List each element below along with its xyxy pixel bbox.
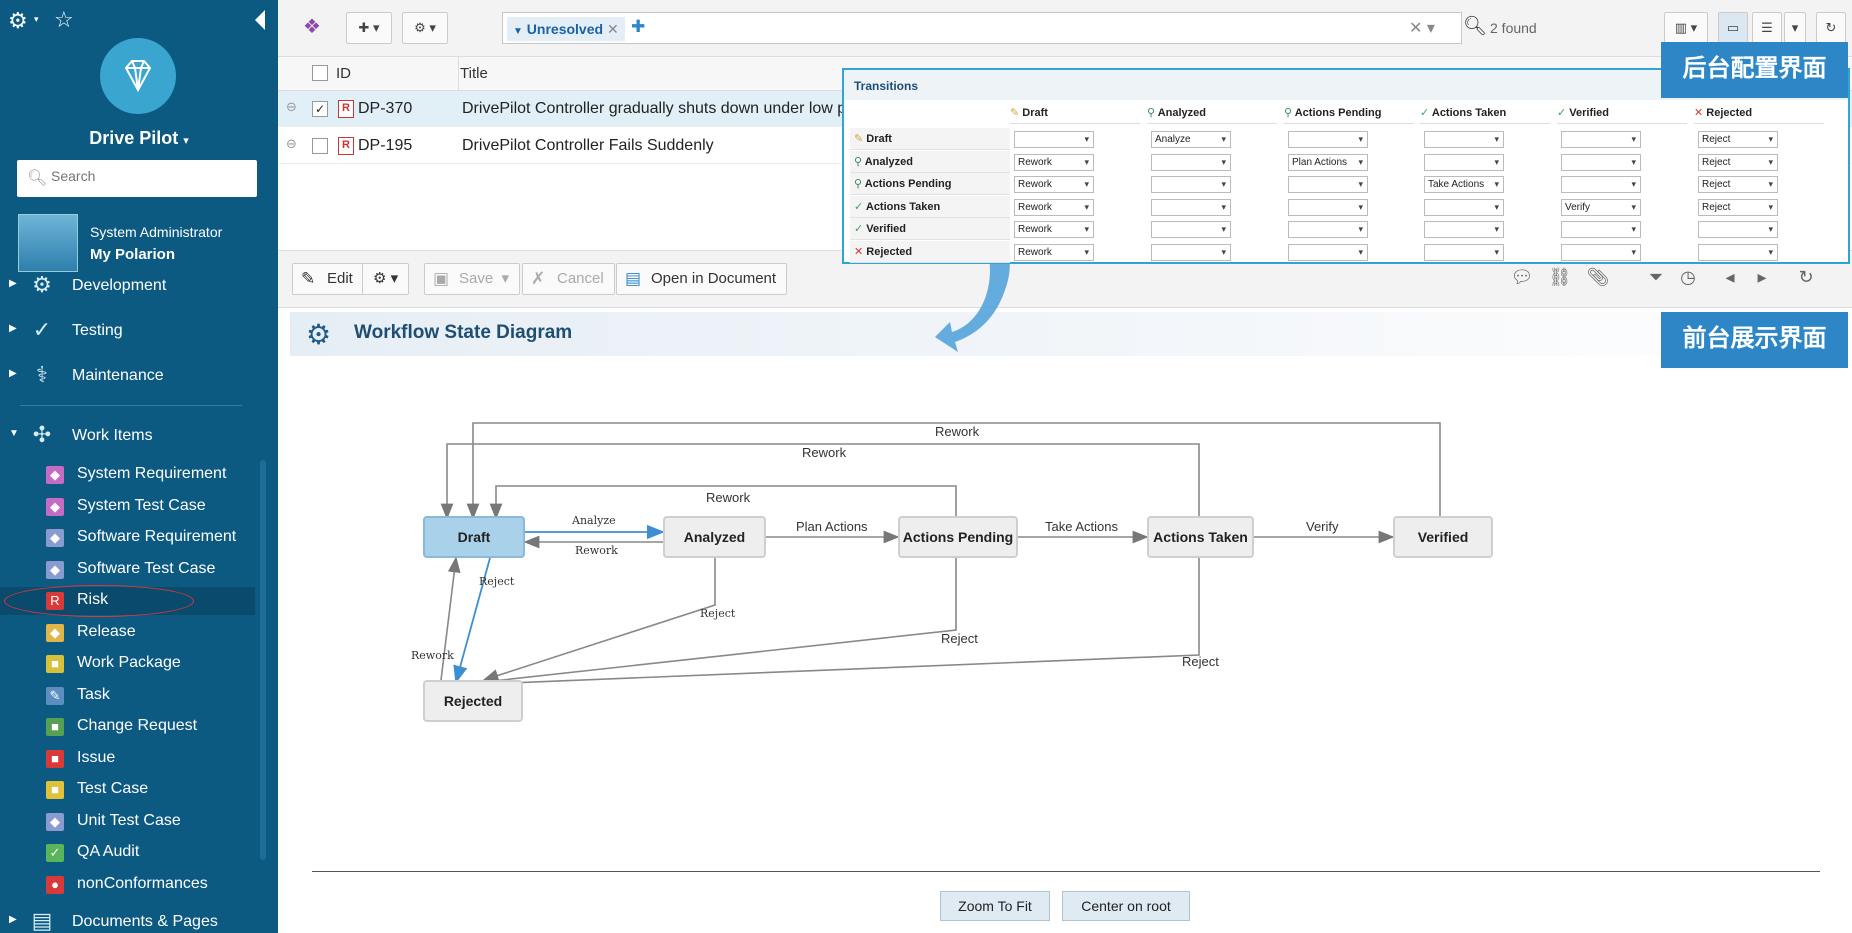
transition-select[interactable] — [1424, 221, 1504, 238]
transition-row-label: ✕ Rejected — [850, 240, 1010, 263]
edge-label: Rework — [935, 424, 980, 439]
state-node-verified[interactable]: Verified — [1393, 516, 1493, 558]
edge-label: Rework — [575, 544, 618, 557]
transition-select[interactable] — [1288, 243, 1368, 261]
transition-select[interactable]: Reject — [1698, 153, 1778, 171]
transition-select[interactable] — [1424, 198, 1504, 216]
transition-select[interactable] — [1424, 153, 1504, 171]
transition-select[interactable] — [1561, 221, 1641, 238]
backend-label-badge: 后台配置界面 — [1661, 42, 1848, 98]
transition-select[interactable]: Reject — [1698, 131, 1778, 148]
divider — [312, 871, 1820, 872]
transition-select[interactable] — [1151, 243, 1231, 261]
edge-label: Reject — [700, 607, 736, 620]
transition-select[interactable] — [1698, 221, 1778, 238]
transition-row-text: Verified — [866, 223, 907, 235]
state-node-actions-taken[interactable]: Actions Taken — [1147, 516, 1254, 558]
state-node-actions-pending[interactable]: Actions Pending — [898, 516, 1018, 558]
state-icon: ⚲ — [1284, 107, 1295, 119]
transition-row-label: ⚲ Analyzed — [850, 150, 1010, 173]
state-icon: ✓ — [1557, 107, 1570, 119]
transition-select[interactable] — [1424, 243, 1504, 261]
transition-select[interactable] — [1288, 131, 1368, 148]
state-icon: ✓ — [854, 200, 866, 213]
transition-select[interactable] — [1288, 198, 1368, 216]
transition-select[interactable]: Rework — [1014, 153, 1094, 171]
edge-label: Reject — [1182, 654, 1219, 669]
transition-column-header: ✕ Rejected — [1694, 106, 1824, 124]
transition-select[interactable]: Rework — [1014, 243, 1094, 261]
transition-row-label: ✓ Actions Taken — [850, 195, 1010, 218]
edge-reject-taken — [482, 558, 1200, 690]
state-node-rejected[interactable]: Rejected — [423, 680, 523, 722]
transition-select[interactable] — [1151, 198, 1231, 216]
transition-column-header: ✎ Draft — [1010, 106, 1140, 124]
transition-select[interactable] — [1151, 176, 1231, 193]
transition-row-text: Actions Pending — [864, 178, 952, 190]
transition-select[interactable]: Analyze — [1151, 131, 1231, 148]
transition-row-label: ✎ Draft — [850, 128, 1010, 150]
edge-label: Rework — [706, 490, 751, 505]
transition-select[interactable] — [1288, 176, 1368, 193]
transition-select[interactable]: Reject — [1698, 176, 1778, 193]
state-icon: ✎ — [1010, 107, 1023, 119]
transition-row-text: Actions Taken — [865, 200, 941, 213]
transition-column-label: Actions Taken — [1431, 107, 1507, 119]
transition-select[interactable] — [1151, 221, 1231, 238]
transition-select[interactable] — [1014, 131, 1094, 148]
transition-row-text: Rejected — [866, 245, 913, 258]
transition-column-label: Actions Pending — [1294, 107, 1382, 119]
edge-label: Reject — [479, 575, 515, 588]
edge-reject-analyzed — [482, 558, 716, 682]
transition-row-label: ✓ Verified — [850, 218, 1010, 240]
transition-row-text: Analyzed — [864, 155, 914, 168]
state-icon: ⚲ — [854, 155, 865, 168]
transition-select[interactable] — [1424, 131, 1504, 148]
state-node-draft[interactable]: Draft — [423, 516, 525, 558]
state-icon: ⚲ — [1147, 107, 1158, 119]
transition-row-text: Draft — [866, 133, 892, 145]
state-icon: ⚲ — [854, 178, 865, 190]
transition-column-label: Verified — [1569, 107, 1610, 119]
transition-select[interactable]: Verify — [1561, 198, 1641, 216]
transition-select[interactable]: Rework — [1014, 176, 1094, 193]
zoom-to-fit-button[interactable]: Zoom To Fit — [940, 891, 1050, 921]
state-node-analyzed[interactable]: Analyzed — [663, 516, 766, 558]
edge-label: Take Actions — [1045, 519, 1118, 534]
transition-select[interactable] — [1698, 243, 1778, 261]
edge-reject-pending — [482, 558, 957, 687]
center-on-root-button[interactable]: Center on root — [1062, 891, 1190, 921]
edge-label: Rework — [802, 445, 847, 460]
transition-select[interactable] — [1561, 153, 1641, 171]
transition-row-label: ⚲ Actions Pending — [850, 173, 1010, 195]
transition-column-label: Draft — [1022, 107, 1048, 119]
state-icon: ✓ — [854, 223, 867, 235]
transition-select[interactable]: Take Actions — [1424, 176, 1504, 193]
transition-select[interactable]: Reject — [1698, 198, 1778, 216]
transition-select[interactable] — [1561, 131, 1641, 148]
transition-select[interactable] — [1561, 176, 1641, 193]
transition-select[interactable]: Plan Actions — [1288, 153, 1368, 171]
frontend-label-badge: 前台展示界面 — [1661, 312, 1848, 368]
edge-label: Rework — [411, 649, 454, 662]
transition-select[interactable]: Rework — [1014, 198, 1094, 216]
transition-column-header: ✓ Verified — [1557, 106, 1687, 124]
state-icon: ✎ — [854, 133, 867, 145]
state-icon: ✕ — [1694, 107, 1707, 119]
state-icon: ✕ — [854, 245, 867, 258]
edge-label: Reject — [941, 631, 978, 646]
transition-column-label: Rejected — [1706, 107, 1753, 119]
edge-label: Analyze — [572, 514, 616, 527]
transition-column-header: ⚲ Analyzed — [1147, 106, 1277, 124]
transition-select[interactable] — [1561, 243, 1641, 261]
transition-column-label: Analyzed — [1157, 107, 1207, 119]
transition-select[interactable]: Rework — [1014, 221, 1094, 238]
transition-column-header: ✓ Actions Taken — [1420, 106, 1550, 124]
edge-label: Plan Actions — [796, 519, 868, 534]
transition-select[interactable] — [1288, 221, 1368, 238]
transition-select[interactable] — [1151, 153, 1231, 171]
state-icon: ✓ — [1420, 107, 1432, 119]
transition-column-header: ⚲ Actions Pending — [1284, 106, 1414, 124]
edge-label: Verify — [1306, 519, 1339, 534]
